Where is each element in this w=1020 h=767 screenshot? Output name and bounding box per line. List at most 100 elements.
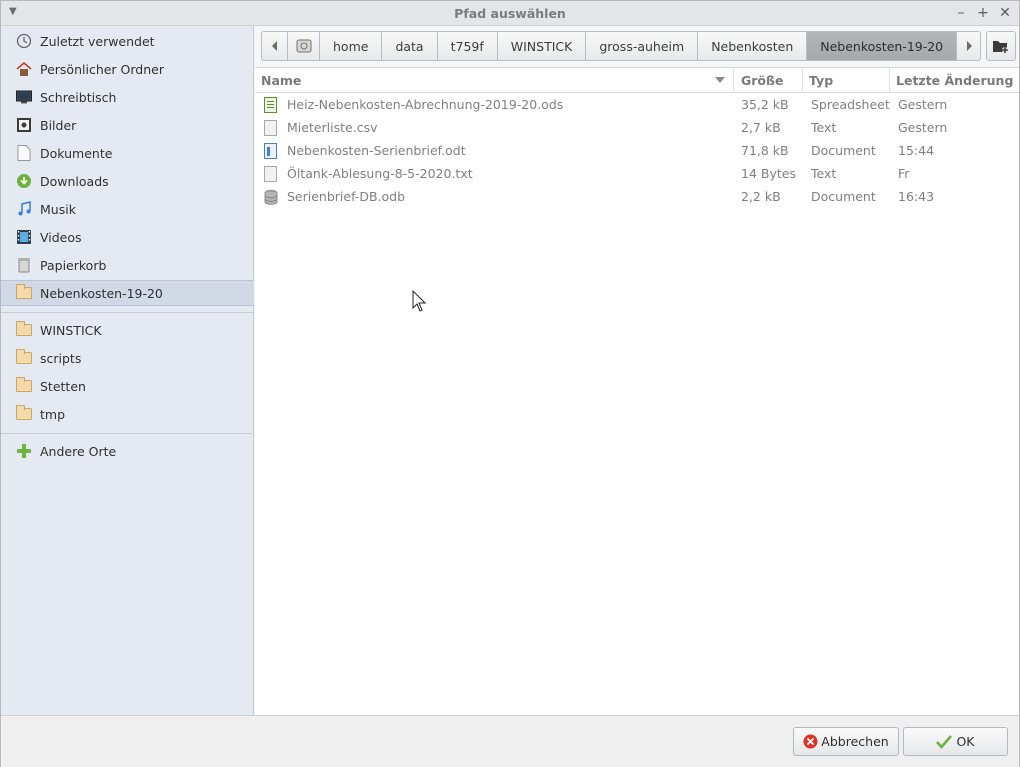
create-folder-button[interactable] (986, 31, 1016, 61)
file-name: Öltank-Ablesung-8-5-2020.txt (287, 166, 473, 181)
column-header-name-label: Name (261, 73, 302, 88)
folder-icon (15, 284, 33, 302)
crumb-home[interactable]: home (320, 31, 383, 61)
sidebar-item-label: Videos (40, 229, 82, 245)
sidebar-item-current-folder[interactable]: Nebenkosten-19-20 (1, 280, 254, 306)
file-size: 71,8 kB (741, 143, 789, 158)
sort-descending-icon (715, 77, 725, 83)
path-bar: home data t759f WINSTICK gross-auheim Ne… (261, 31, 982, 61)
folder-icon (15, 377, 33, 395)
sidebar-divider (1, 312, 254, 313)
home-icon (15, 60, 33, 78)
crumb-gross-auheim[interactable]: gross-auheim (586, 31, 699, 61)
path-scroll-right-button[interactable] (957, 31, 982, 61)
ok-button[interactable]: OK (903, 727, 1008, 756)
file-size: 35,2 kB (741, 97, 789, 112)
dialog-footer: Abbrechen OK (1, 715, 1019, 767)
sidebar-item-label: scripts (40, 350, 82, 366)
sidebar-item-label: Musik (40, 201, 76, 217)
crumb-nebenkosten-19-20[interactable]: Nebenkosten-19-20 (807, 31, 958, 61)
file-modified: 15:44 (898, 143, 935, 158)
pictures-icon (15, 116, 33, 134)
sidebar-item-documents[interactable]: Dokumente (1, 140, 254, 166)
places-sidebar: Zuletzt verwendet Persönlicher Ordner Sc… (1, 26, 254, 715)
sidebar-item-label: Nebenkosten-19-20 (40, 285, 163, 301)
writer-document-icon (264, 142, 277, 159)
cancel-button-label: Abbrechen (821, 734, 889, 749)
plus-icon (15, 442, 33, 460)
column-header-type[interactable]: Typ (803, 68, 890, 93)
maximize-icon[interactable]: + (974, 4, 992, 22)
file-size: 14 Bytes (741, 166, 796, 181)
column-header-modified-label: Letzte Änderung (896, 73, 1014, 88)
trash-icon (15, 256, 33, 274)
file-name: Heiz-Nebenkosten-Abrechnung-2019-20.ods (287, 97, 564, 112)
column-header-size[interactable]: Größe (735, 68, 803, 93)
sidebar-item-desktop[interactable]: Schreibtisch (1, 84, 254, 110)
close-icon[interactable]: ✕ (996, 4, 1014, 22)
file-size: 2,2 kB (741, 189, 781, 204)
folder-icon (15, 405, 33, 423)
sidebar-item-label: Andere Orte (40, 443, 117, 459)
music-icon (15, 200, 33, 218)
sidebar-divider (1, 433, 254, 434)
file-name: Serienbrief-DB.odb (287, 189, 406, 204)
sidebar-item-label: Stetten (40, 378, 86, 394)
file-row[interactable]: Heiz-Nebenkosten-Abrechnung-2019-20.ods … (255, 93, 1019, 116)
sidebar-item-downloads[interactable]: Downloads (1, 168, 254, 194)
sidebar-item-pictures[interactable]: Bilder (1, 112, 254, 138)
sidebar-item-videos[interactable]: Videos (1, 224, 254, 250)
video-icon (15, 228, 33, 246)
new-folder-icon (993, 41, 1008, 53)
download-icon (15, 172, 33, 190)
file-list-header: Name Größe Typ Letzte Änderung (255, 68, 1019, 93)
sidebar-item-label: Schreibtisch (40, 89, 117, 105)
file-row[interactable]: Serienbrief-DB.odb 2,2 kB Document 16:43 (255, 185, 1019, 208)
sidebar-item-stetten[interactable]: Stetten (1, 373, 254, 399)
file-type: Document (811, 143, 876, 158)
folder-icon (15, 349, 33, 367)
text-file-icon (264, 165, 277, 182)
sidebar-item-music[interactable]: Musik (1, 196, 254, 222)
sidebar-item-label: tmp (40, 406, 66, 422)
file-modified: Gestern (898, 97, 948, 112)
column-header-name[interactable]: Name (255, 68, 734, 93)
file-modified: Gestern (898, 120, 948, 135)
sidebar-item-recent[interactable]: Zuletzt verwendet (1, 28, 254, 54)
title-bar: ▼ Pfad auswählen – + ✕ (1, 1, 1019, 26)
mouse-pointer-icon (412, 290, 426, 312)
sidebar-item-other-locations[interactable]: Andere Orte (1, 438, 254, 464)
column-header-type-label: Typ (809, 73, 834, 88)
sidebar-item-label: Dokumente (40, 145, 113, 161)
sidebar-item-label: Bilder (40, 117, 77, 133)
sidebar-item-home[interactable]: Persönlicher Ordner (1, 56, 254, 82)
window-title: Pfad auswählen (454, 6, 566, 21)
sidebar-item-trash[interactable]: Papierkorb (1, 252, 254, 278)
file-row[interactable]: Öltank-Ablesung-8-5-2020.txt 14 Bytes Te… (255, 162, 1019, 185)
file-type: Text (811, 166, 837, 181)
crumb-winstick[interactable]: WINSTICK (497, 31, 587, 61)
sidebar-item-label: Papierkorb (40, 257, 107, 273)
path-scroll-left-button[interactable] (261, 31, 288, 61)
minimize-icon[interactable]: – (952, 4, 970, 22)
file-chooser-dialog: ▼ Pfad auswählen – + ✕ Zuletzt verwendet… (0, 0, 1020, 767)
ok-button-label: OK (956, 734, 975, 749)
sidebar-item-winstick[interactable]: WINSTICK (1, 317, 254, 343)
desktop-icon (15, 88, 33, 106)
file-modified: 16:43 (898, 189, 935, 204)
sidebar-item-tmp[interactable]: tmp (1, 401, 254, 427)
column-header-modified[interactable]: Letzte Änderung (890, 68, 1019, 93)
file-row[interactable]: Nebenkosten-Serienbrief.odt 71,8 kB Docu… (255, 139, 1019, 162)
crumb-t759f[interactable]: t759f (437, 31, 498, 61)
crumb-data[interactable]: data (382, 31, 438, 61)
cancel-button[interactable]: Abbrechen (793, 727, 899, 756)
file-name: Nebenkosten-Serienbrief.odt (287, 143, 466, 158)
path-root-drive-button[interactable] (288, 31, 320, 61)
recent-icon (15, 32, 33, 50)
sidebar-item-label: WINSTICK (40, 322, 102, 338)
database-icon (264, 189, 278, 205)
crumb-nebenkosten[interactable]: Nebenkosten (698, 31, 808, 61)
file-row[interactable]: Mieterliste.csv 2,7 kB Text Gestern (255, 116, 1019, 139)
sidebar-item-scripts[interactable]: scripts (1, 345, 254, 371)
file-modified: Fr (898, 166, 910, 181)
